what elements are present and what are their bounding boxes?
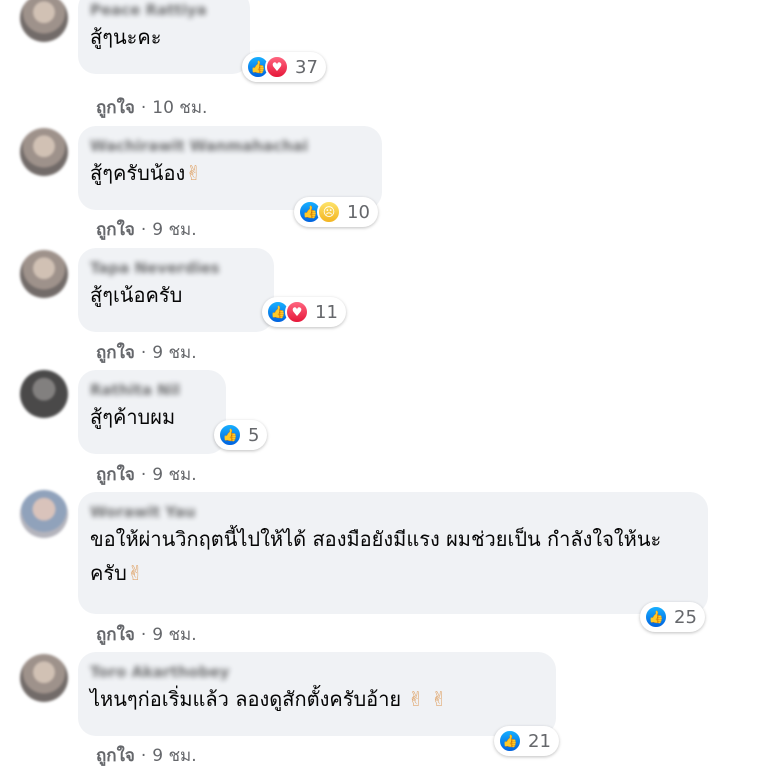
- comment-author[interactable]: Tapa Neverdies: [90, 258, 262, 278]
- avatar[interactable]: [20, 250, 68, 298]
- comment-bubble: Peace Rattiya สู้ๆนะคะ: [78, 0, 250, 74]
- comment-meta: ถูกใจ · 9 ชม.: [96, 746, 197, 766]
- avatar[interactable]: [20, 370, 68, 418]
- reaction-summary[interactable]: 👍 ♥ 37: [242, 52, 326, 82]
- reaction-summary[interactable]: 👍 25: [640, 602, 705, 632]
- like-link[interactable]: ถูกใจ: [96, 98, 135, 118]
- comment-meta: ถูกใจ · 9 ชม.: [96, 220, 197, 240]
- comment-author[interactable]: Toro Akarthobey: [90, 662, 544, 682]
- thumbs-up-icon: 👍: [644, 605, 668, 629]
- comment-meta: ถูกใจ · 9 ชม.: [96, 625, 197, 645]
- timestamp[interactable]: 9 ชม.: [152, 343, 196, 363]
- reaction-summary[interactable]: 👍 ☹ 10: [294, 197, 378, 227]
- heart-icon: ♥: [265, 55, 289, 79]
- reaction-count: 37: [295, 56, 318, 78]
- like-link[interactable]: ถูกใจ: [96, 746, 135, 766]
- comment-text: สู้ๆเน้อครับ: [90, 283, 183, 307]
- thumbs-up-icon: 👍: [218, 423, 242, 447]
- comment-bubble: Rathita Nil สู้ๆค้าบผม: [78, 370, 226, 454]
- reaction-summary[interactable]: 👍 ♥ 11: [262, 297, 346, 327]
- reaction-summary[interactable]: 👍 5: [214, 420, 268, 450]
- comment-text: สู้ๆค้าบผม: [90, 405, 176, 429]
- timestamp[interactable]: 9 ชม.: [152, 625, 196, 645]
- comment-author[interactable]: Wachirawit Wanmahachai: [90, 136, 370, 156]
- reaction-count: 10: [347, 201, 370, 223]
- timestamp[interactable]: 10 ชม.: [152, 98, 207, 118]
- comment-meta: ถูกใจ · 9 ชม.: [96, 343, 197, 363]
- like-link[interactable]: ถูกใจ: [96, 465, 135, 485]
- timestamp[interactable]: 9 ชม.: [152, 220, 196, 240]
- victory-hand-emoji: ✌ ✌: [407, 687, 448, 711]
- timestamp[interactable]: 9 ชม.: [152, 746, 196, 766]
- reaction-count: 25: [674, 606, 697, 628]
- comment-author[interactable]: Worawit Yau: [90, 502, 696, 522]
- comment-text: สู้ๆครับน้อง✌: [90, 161, 202, 185]
- avatar[interactable]: [20, 0, 68, 42]
- comment-text: สู้ๆนะคะ: [90, 25, 162, 49]
- avatar[interactable]: [20, 654, 68, 702]
- comment-bubble: Worawit Yau ขอให้ผ่านวิกฤตนี้ไปให้ได้ สอ…: [78, 492, 708, 614]
- heart-icon: ♥: [285, 300, 309, 324]
- avatar[interactable]: [20, 490, 68, 538]
- reaction-count: 21: [528, 730, 551, 752]
- victory-hand-emoji: ✌: [185, 161, 202, 185]
- comment-author[interactable]: Peace Rattiya: [90, 0, 238, 20]
- comment-bubble: Toro Akarthobey ไหนๆก่อเริ่มแล้ว ลองดูสั…: [78, 652, 556, 736]
- like-link[interactable]: ถูกใจ: [96, 625, 135, 645]
- like-link[interactable]: ถูกใจ: [96, 220, 135, 240]
- reaction-summary[interactable]: 👍 21: [494, 726, 559, 756]
- comment-text: ขอให้ผ่านวิกฤตนี้ไปให้ได้ สองมือยังมีแรง…: [90, 527, 662, 585]
- like-link[interactable]: ถูกใจ: [96, 343, 135, 363]
- reaction-count: 5: [248, 424, 260, 446]
- thumbs-up-icon: 👍: [498, 729, 522, 753]
- reaction-count: 11: [315, 301, 338, 323]
- comment-meta: ถูกใจ · 10 ชม.: [96, 98, 208, 118]
- comment-text: ไหนๆก่อเริ่มแล้ว ลองดูสักตั้งครับอ้าย ✌ …: [90, 687, 448, 711]
- timestamp[interactable]: 9 ชม.: [152, 465, 196, 485]
- avatar[interactable]: [20, 128, 68, 176]
- comment-author[interactable]: Rathita Nil: [90, 380, 214, 400]
- comment-meta: ถูกใจ · 9 ชม.: [96, 465, 197, 485]
- victory-hand-emoji: ✌: [126, 561, 144, 585]
- comment-bubble: Tapa Neverdies สู้ๆเน้อครับ: [78, 248, 274, 332]
- sad-face-icon: ☹: [317, 200, 341, 224]
